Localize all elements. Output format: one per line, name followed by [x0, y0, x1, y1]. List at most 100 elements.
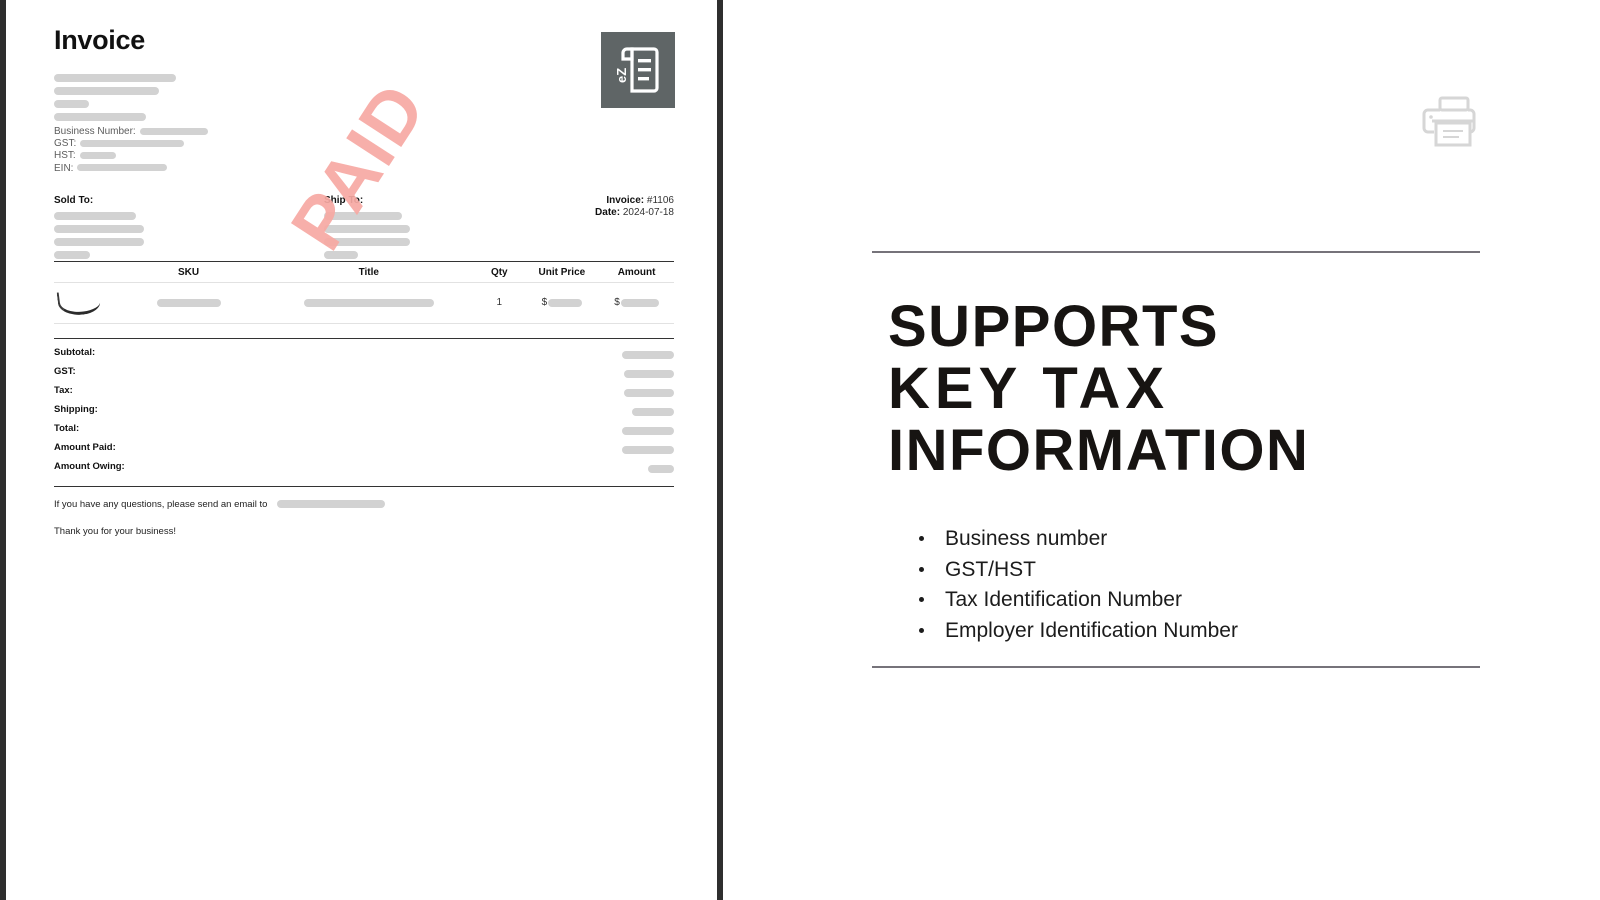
cell-title: [263, 282, 474, 324]
list-item: Tax Identification Number: [919, 585, 1238, 616]
redacted-bar: [77, 164, 168, 172]
slide-pane: SUPPORTS KEY TAX INFORMATION Business nu…: [723, 0, 1600, 900]
redacted-bar: [54, 224, 144, 233]
gst-total-value: [624, 369, 674, 380]
contact-text: If you have any questions, please send a…: [54, 498, 268, 510]
gst-total-label: GST:: [54, 365, 76, 377]
redacted-bar: [548, 298, 583, 307]
redacted-bar: [139, 127, 208, 135]
subtotal-label: Subtotal:: [54, 346, 96, 358]
sold-to-block: Sold To:: [54, 195, 144, 264]
redacted-bar: [303, 298, 434, 307]
tax-identifiers-block: Business Number: GST: HST: EIN:: [54, 126, 674, 175]
product-thumbnail: [54, 282, 114, 324]
amount-paid-label: Amount Paid:: [54, 441, 116, 453]
bullet-dot-icon: [919, 536, 924, 541]
invoice-number-value: #1106: [646, 194, 674, 206]
redacted-bar: [622, 446, 674, 455]
column-amount: Amount: [599, 260, 674, 283]
redacted-bar: [80, 139, 185, 147]
redacted-bar: [648, 465, 674, 474]
redacted-bar: [54, 99, 89, 108]
redacted-bar: [54, 250, 90, 259]
logo-wordmark: eZ: [614, 68, 629, 83]
shipping-label: Shipping:: [54, 403, 98, 415]
currency-symbol: $: [614, 297, 620, 309]
table-row: 1 $ $: [54, 282, 674, 324]
heading-line-1: SUPPORTS: [888, 294, 1220, 359]
bullet-dot-icon: [919, 627, 924, 633]
invoice-footer: If you have any questions, please send a…: [54, 485, 674, 537]
frame-left-border: [0, 0, 6, 900]
gst-label: GST:: [54, 137, 77, 149]
total-row-amount-paid: Amount Paid:: [54, 440, 674, 459]
total-row-shipping: Shipping:: [54, 402, 674, 421]
redacted-bar: [54, 73, 176, 82]
total-row-tax: Tax:: [54, 383, 674, 402]
cell-qty: 1: [474, 282, 525, 324]
redacted-bar: [632, 408, 674, 417]
redacted-bar: [156, 298, 221, 307]
seller-address-redacted: [54, 73, 674, 121]
redacted-bar: [54, 112, 146, 121]
amount-owing-value: [648, 464, 674, 475]
bullet-dot-icon: [919, 597, 924, 602]
cell-amount: $: [599, 282, 674, 324]
redacted-bar: [54, 211, 136, 220]
redacted-bar: [277, 500, 386, 509]
hst-row: HST:: [54, 150, 674, 162]
printer-icon: [1422, 96, 1476, 147]
divider-top: [872, 251, 1480, 253]
redacted-bar: [624, 370, 674, 379]
invoice-date-row: Date: 2024-07-18: [595, 207, 674, 219]
heading-line-2: KEY TAX: [888, 356, 1170, 421]
redacted-bar: [620, 298, 659, 307]
ship-to-label: Ship To:: [324, 194, 364, 206]
unit-price-amount: $: [542, 297, 583, 308]
ein-label: EIN:: [54, 162, 74, 174]
invoice-date-value: 2024-07-18: [622, 206, 674, 218]
redacted-bar: [324, 250, 358, 259]
redacted-bar: [324, 237, 410, 246]
gst-row: GST:: [54, 138, 674, 150]
ship-to-block: Ship To:: [324, 195, 410, 264]
redacted-bar: [622, 351, 674, 360]
invoice-meta: Invoice: #1106 Date: 2024-07-18: [595, 195, 674, 219]
list-item-label: Employer Identification Number: [945, 618, 1238, 642]
totals-section: Subtotal: GST: Tax: Shipping: Total: Amo…: [54, 337, 674, 478]
slide-bullet-list: Business number GST/HST Tax Identificati…: [893, 524, 1238, 646]
contact-line: If you have any questions, please send a…: [54, 499, 674, 510]
total-label: Total:: [54, 422, 80, 434]
hst-label: HST:: [54, 150, 76, 162]
amount-owing-label: Amount Owing:: [54, 460, 125, 472]
ezinvoice-logo: eZ: [601, 32, 675, 108]
list-item: Employer Identification Number: [919, 616, 1238, 647]
list-item: GST/HST: [919, 555, 1238, 586]
column-qty: Qty: [474, 260, 525, 283]
thanks-line: Thank you for your business!: [54, 525, 176, 537]
total-value: [622, 426, 674, 437]
line-items-body: 1 $ $: [54, 282, 674, 324]
total-row-total: Total:: [54, 421, 674, 440]
line-items-table: SKU Title Qty Unit Price Amount 1 $ $: [54, 260, 674, 324]
list-item-label: Tax Identification Number: [945, 588, 1182, 611]
bullet-dot-icon: [919, 566, 924, 572]
panel-divider: [717, 0, 723, 900]
shipping-value: [632, 407, 674, 418]
column-title: Title: [263, 260, 474, 283]
heading-line-3: INFORMATION: [888, 418, 1310, 483]
invoice-document: eZ Invoice Business Number: GST: HST: EI…: [54, 25, 675, 553]
list-item-label: Business number: [945, 527, 1108, 550]
business-number-label: Business Number:: [54, 125, 136, 137]
column-unit-price: Unit Price: [524, 260, 600, 283]
ein-row: EIN:: [54, 163, 674, 175]
redacted-bar: [54, 86, 159, 95]
slide-heading: SUPPORTS KEY TAX INFORMATION: [888, 296, 1528, 482]
divider-bottom: [872, 666, 1480, 668]
table-header-row: SKU Title Qty Unit Price Amount: [54, 260, 674, 283]
column-sku: SKU: [113, 260, 264, 283]
address-row: Sold To: Ship To: Invoice: #1106 Date: 2…: [54, 195, 674, 259]
redacted-bar: [622, 427, 674, 436]
redacted-bar: [54, 237, 144, 246]
currency-symbol: $: [541, 297, 548, 309]
